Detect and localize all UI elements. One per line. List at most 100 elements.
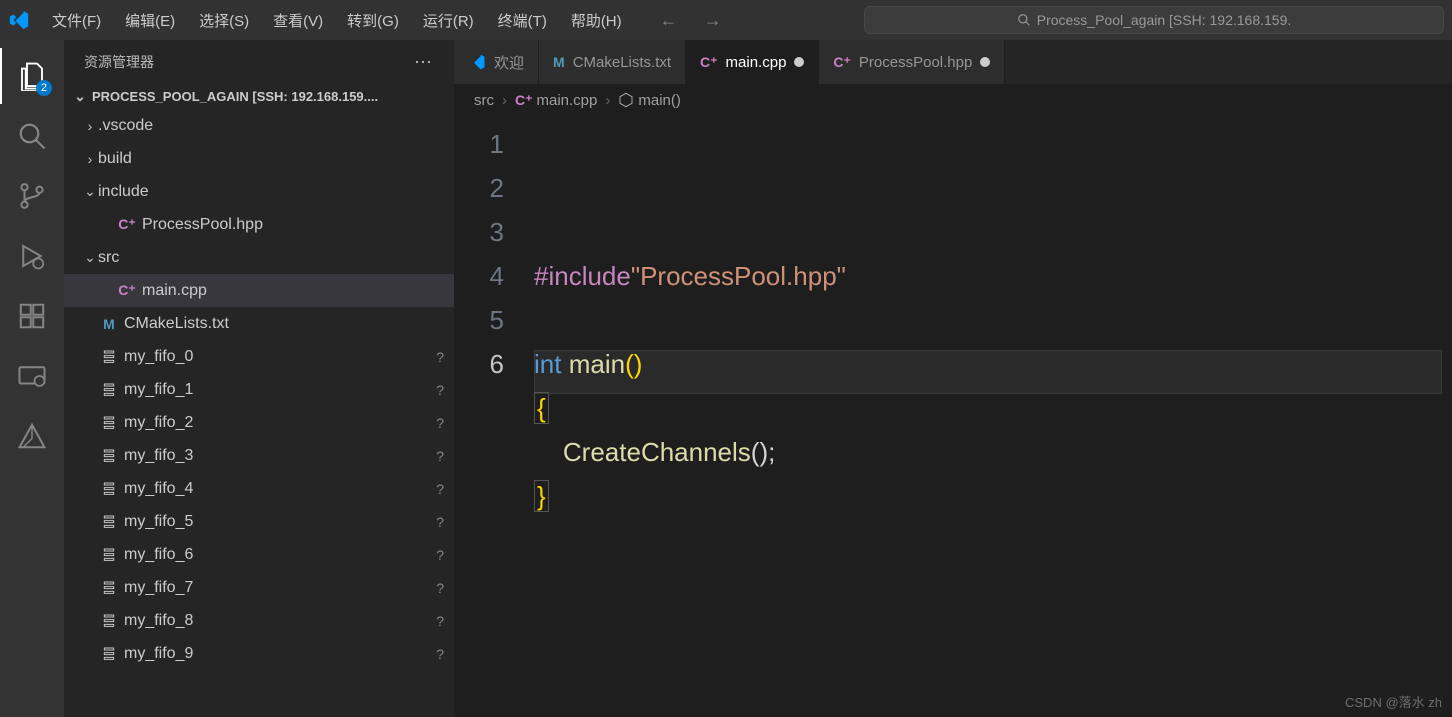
cpp-icon: C⁺ (833, 54, 851, 71)
more-icon[interactable]: ⋯ (414, 52, 434, 73)
menu-item[interactable]: 文件(F) (42, 6, 111, 35)
code-editor[interactable]: 123456 #include"ProcessPool.hpp" int mai… (454, 116, 1452, 717)
activity-explorer[interactable]: 2 (0, 48, 64, 104)
file-row[interactable]: C⁺main.cpp (64, 274, 454, 307)
file-row[interactable]: my_fifo_2? (64, 406, 454, 439)
file-row[interactable]: my_fifo_9? (64, 637, 454, 670)
code-line[interactable]: int main() (534, 342, 1452, 386)
menu-item[interactable]: 终端(T) (488, 6, 557, 35)
line-gutter: 123456 (454, 122, 534, 717)
line-number: 3 (454, 210, 504, 254)
cmake-icon: M (98, 316, 120, 332)
tab-label: CMakeLists.txt (573, 54, 671, 71)
cpp-icon: C⁺ (515, 92, 533, 109)
menu-item[interactable]: 运行(R) (413, 6, 484, 35)
cpp-icon: C⁺ (116, 282, 138, 299)
row-label: my_fifo_5 (124, 513, 436, 531)
file-row[interactable]: my_fifo_7? (64, 571, 454, 604)
menu-item[interactable]: 编辑(E) (115, 6, 185, 35)
menu-item[interactable]: 帮助(H) (561, 6, 632, 35)
activity-run[interactable] (0, 228, 64, 284)
line-number: 4 (454, 254, 504, 298)
code-content[interactable]: #include"ProcessPool.hpp" int main(){ Cr… (534, 122, 1452, 717)
debug-icon (17, 241, 47, 271)
code-line[interactable]: } (534, 474, 1452, 518)
chevron-down-icon: ⌄ (82, 249, 98, 266)
git-status: ? (436, 349, 444, 365)
editor-tabs: 欢迎MCMakeLists.txtC⁺main.cppC⁺ProcessPool… (454, 40, 1452, 84)
file-icon (98, 382, 120, 398)
file-row[interactable]: my_fifo_6? (64, 538, 454, 571)
activity-cmake[interactable] (0, 408, 64, 464)
code-line[interactable]: CreateChannels(); (534, 430, 1452, 474)
menu-item[interactable]: 转到(G) (337, 6, 409, 35)
editor-tab[interactable]: 欢迎 (454, 40, 539, 84)
row-label: my_fifo_7 (124, 579, 436, 597)
workspace-root[interactable]: ⌄ PROCESS_POOL_AGAIN [SSH: 192.168.159..… (64, 84, 454, 109)
nav-back-icon[interactable]: ← (652, 6, 686, 35)
row-label: my_fifo_9 (124, 645, 436, 663)
file-row[interactable]: MCMakeLists.txt (64, 307, 454, 340)
row-label: ProcessPool.hpp (142, 216, 444, 234)
file-row[interactable]: my_fifo_8? (64, 604, 454, 637)
row-label: .vscode (98, 117, 444, 135)
symbol-icon (618, 92, 634, 108)
code-line[interactable]: { (534, 386, 1452, 430)
cmake-icon: M (553, 54, 565, 70)
file-row[interactable]: my_fifo_1? (64, 373, 454, 406)
code-line[interactable]: #include"ProcessPool.hpp" (534, 254, 1452, 298)
activity-search[interactable] (0, 108, 64, 164)
explorer-badge: 2 (36, 80, 52, 96)
editor-tab[interactable]: C⁺ProcessPool.hpp (819, 40, 1005, 84)
file-row[interactable]: my_fifo_5? (64, 505, 454, 538)
file-row[interactable]: my_fifo_4? (64, 472, 454, 505)
activity-remote[interactable] (0, 348, 64, 404)
breadcrumb[interactable]: src › C⁺ main.cpp › main() (454, 84, 1452, 116)
chevron-right-icon: › (605, 92, 610, 109)
git-status: ? (436, 415, 444, 431)
folder-row[interactable]: ⌄include (64, 175, 454, 208)
menu-item[interactable]: 查看(V) (263, 6, 333, 35)
git-status: ? (436, 547, 444, 563)
file-tree: ›.vscode›build⌄includeC⁺ProcessPool.hpp⌄… (64, 109, 454, 670)
editor-tab[interactable]: C⁺main.cpp (686, 40, 819, 84)
file-icon (98, 349, 120, 365)
crumb-folder[interactable]: src (474, 92, 494, 109)
chevron-down-icon: ⌄ (72, 88, 88, 105)
tab-label: 欢迎 (494, 52, 524, 73)
editor-tab[interactable]: M CMakeLists.txt (539, 40, 686, 84)
search-text: Process_Pool_again [SSH: 192.168.159. (1037, 12, 1292, 28)
explorer-header: 资源管理器 ⋯ (64, 40, 454, 84)
triangle-icon (17, 421, 47, 451)
row-label: my_fifo_1 (124, 381, 436, 399)
crumb-file[interactable]: main.cpp (537, 92, 598, 109)
file-icon (98, 613, 120, 629)
activity-scm[interactable] (0, 168, 64, 224)
folder-row[interactable]: ›.vscode (64, 109, 454, 142)
file-row[interactable]: my_fifo_3? (64, 439, 454, 472)
nav-arrows: ← → (652, 6, 730, 35)
git-status: ? (436, 382, 444, 398)
command-center[interactable]: Process_Pool_again [SSH: 192.168.159. (864, 6, 1444, 34)
git-status: ? (436, 448, 444, 464)
activity-extensions[interactable] (0, 288, 64, 344)
folder-row[interactable]: ›build (64, 142, 454, 175)
line-number: 1 (454, 122, 504, 166)
code-line[interactable] (534, 298, 1452, 342)
root-label: PROCESS_POOL_AGAIN [SSH: 192.168.159.... (92, 89, 378, 104)
row-label: my_fifo_3 (124, 447, 436, 465)
chevron-down-icon: ⌄ (82, 183, 98, 200)
file-row[interactable]: my_fifo_0? (64, 340, 454, 373)
folder-row[interactable]: ⌄src (64, 241, 454, 274)
watermark: CSDN @落水 zh (1345, 692, 1442, 711)
file-icon (98, 481, 120, 497)
nav-forward-icon[interactable]: → (696, 6, 730, 35)
activity-bar: 2 (0, 40, 64, 717)
tab-label: main.cpp (726, 54, 787, 71)
menu-item[interactable]: 选择(S) (189, 6, 259, 35)
search-icon (17, 121, 47, 151)
file-row[interactable]: C⁺ProcessPool.hpp (64, 208, 454, 241)
crumb-symbol[interactable]: main() (638, 92, 681, 109)
row-label: my_fifo_2 (124, 414, 436, 432)
chevron-right-icon: › (82, 118, 98, 134)
